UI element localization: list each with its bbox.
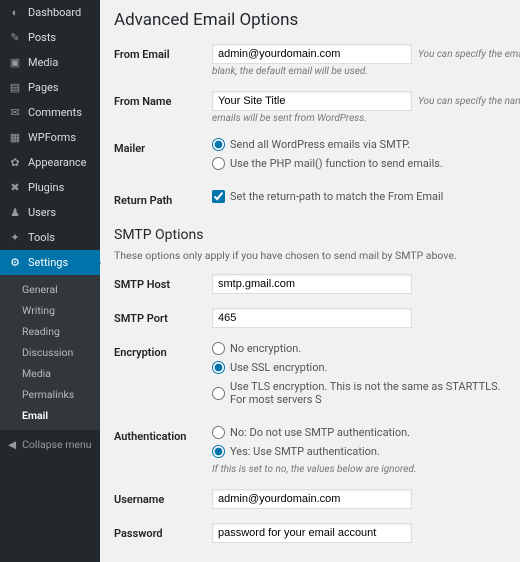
sidebar-item-appearance[interactable]: ✿ Appearance: [0, 150, 100, 175]
return-path-label: Return Path: [114, 190, 212, 207]
auth-label: Authentication: [114, 426, 212, 443]
pages-icon: ▤: [8, 81, 22, 94]
dashboard-icon: ◐: [8, 6, 22, 19]
username-input[interactable]: [212, 489, 412, 509]
sidebar-item-label: Comments: [28, 106, 82, 119]
sidebar-item-comments[interactable]: ✉ Comments: [0, 100, 100, 125]
mailer-label: Mailer: [114, 138, 212, 155]
sidebar-item-label: Tools: [28, 231, 55, 244]
auth-yes-radio[interactable]: Yes: Use SMTP authentication.: [212, 445, 512, 458]
from-name-input[interactable]: [212, 91, 412, 111]
mailer-php-radio[interactable]: Use the PHP mail() function to send emai…: [212, 157, 512, 170]
smtp-port-label: SMTP Port: [114, 308, 212, 325]
mailer-smtp-radio[interactable]: Send all WordPress emails via SMTP.: [212, 138, 512, 151]
admin-sidebar: ◐ Dashboard ✎ Posts ▣ Media ▤ Pages ✉ Comment…: [0, 0, 100, 562]
from-name-label: From Name: [114, 91, 212, 108]
smtp-host-label: SMTP Host: [114, 274, 212, 291]
gear-icon: ⚙: [8, 256, 22, 269]
subitem-permalinks[interactable]: Permalinks: [0, 384, 100, 405]
media-icon: ▣: [8, 56, 22, 69]
auth-hint: If this is set to no, the values below a…: [212, 464, 512, 475]
auth-no-radio[interactable]: No: Do not use SMTP authentication.: [212, 426, 512, 439]
from-email-label: From Email: [114, 44, 212, 61]
sidebar-item-label: Dashboard: [28, 6, 81, 19]
subitem-writing[interactable]: Writing: [0, 300, 100, 321]
username-label: Username: [114, 489, 212, 506]
from-email-input[interactable]: [212, 44, 412, 64]
sidebar-item-label: Appearance: [28, 156, 87, 169]
sidebar-item-dashboard[interactable]: ◐ Dashboard: [0, 0, 100, 25]
page-title: Advanced Email Options: [114, 10, 512, 30]
comments-icon: ✉: [8, 106, 22, 119]
collapse-menu[interactable]: ◀Collapse menu: [0, 430, 100, 459]
encryption-tls-radio[interactable]: Use TLS encryption. This is not the same…: [212, 380, 512, 406]
collapse-icon: ◀: [8, 438, 16, 451]
from-name-hint: emails will be sent from WordPress.: [212, 113, 520, 124]
sidebar-item-settings[interactable]: ⚙ Settings: [0, 250, 100, 275]
encryption-label: Encryption: [114, 342, 212, 359]
appearance-icon: ✿: [8, 156, 22, 169]
plugins-icon: ✖: [8, 181, 22, 194]
users-icon: ♟: [8, 206, 22, 219]
sidebar-item-wpforms[interactable]: ▦ WPForms: [0, 125, 100, 150]
password-label: Password: [114, 523, 212, 540]
main-content: Advanced Email Options From Email You ca…: [100, 0, 520, 562]
from-email-hint: blank, the default email will be used.: [212, 66, 520, 77]
encryption-none-radio[interactable]: No encryption.: [212, 342, 512, 355]
posts-icon: ✎: [8, 31, 22, 44]
sidebar-item-users[interactable]: ♟ Users: [0, 200, 100, 225]
subitem-media[interactable]: Media: [0, 363, 100, 384]
wpforms-icon: ▦: [8, 131, 22, 144]
sidebar-item-tools[interactable]: ✦ Tools: [0, 225, 100, 250]
password-input[interactable]: [212, 523, 412, 543]
subitem-general[interactable]: General: [0, 279, 100, 300]
subitem-discussion[interactable]: Discussion: [0, 342, 100, 363]
sidebar-item-media[interactable]: ▣ Media: [0, 50, 100, 75]
smtp-options-desc: These options only apply if you have cho…: [114, 249, 512, 262]
from-name-hint-side: You can specify the name: [418, 96, 520, 107]
sidebar-item-plugins[interactable]: ✖ Plugins: [0, 175, 100, 200]
sidebar-item-label: Users: [28, 206, 56, 219]
subitem-reading[interactable]: Reading: [0, 321, 100, 342]
sidebar-item-posts[interactable]: ✎ Posts: [0, 25, 100, 50]
smtp-port-input[interactable]: [212, 308, 412, 328]
sidebar-item-label: Posts: [28, 31, 56, 44]
sidebar-item-label: WPForms: [28, 131, 76, 144]
return-path-checkbox[interactable]: Set the return-path to match the From Em…: [212, 190, 512, 203]
smtp-host-input[interactable]: [212, 274, 412, 294]
sidebar-item-label: Media: [28, 56, 58, 69]
from-email-hint-side: You can specify the emai: [418, 49, 520, 60]
tools-icon: ✦: [8, 231, 22, 244]
sidebar-item-pages[interactable]: ▤ Pages: [0, 75, 100, 100]
smtp-options-title: SMTP Options: [114, 227, 512, 243]
settings-submenu: General Writing Reading Discussion Media…: [0, 275, 100, 430]
encryption-ssl-radio[interactable]: Use SSL encryption.: [212, 361, 512, 374]
sidebar-item-label: Settings: [28, 256, 68, 269]
sidebar-item-label: Pages: [28, 81, 59, 94]
subitem-email[interactable]: Email: [0, 405, 100, 426]
sidebar-item-label: Plugins: [28, 181, 64, 194]
